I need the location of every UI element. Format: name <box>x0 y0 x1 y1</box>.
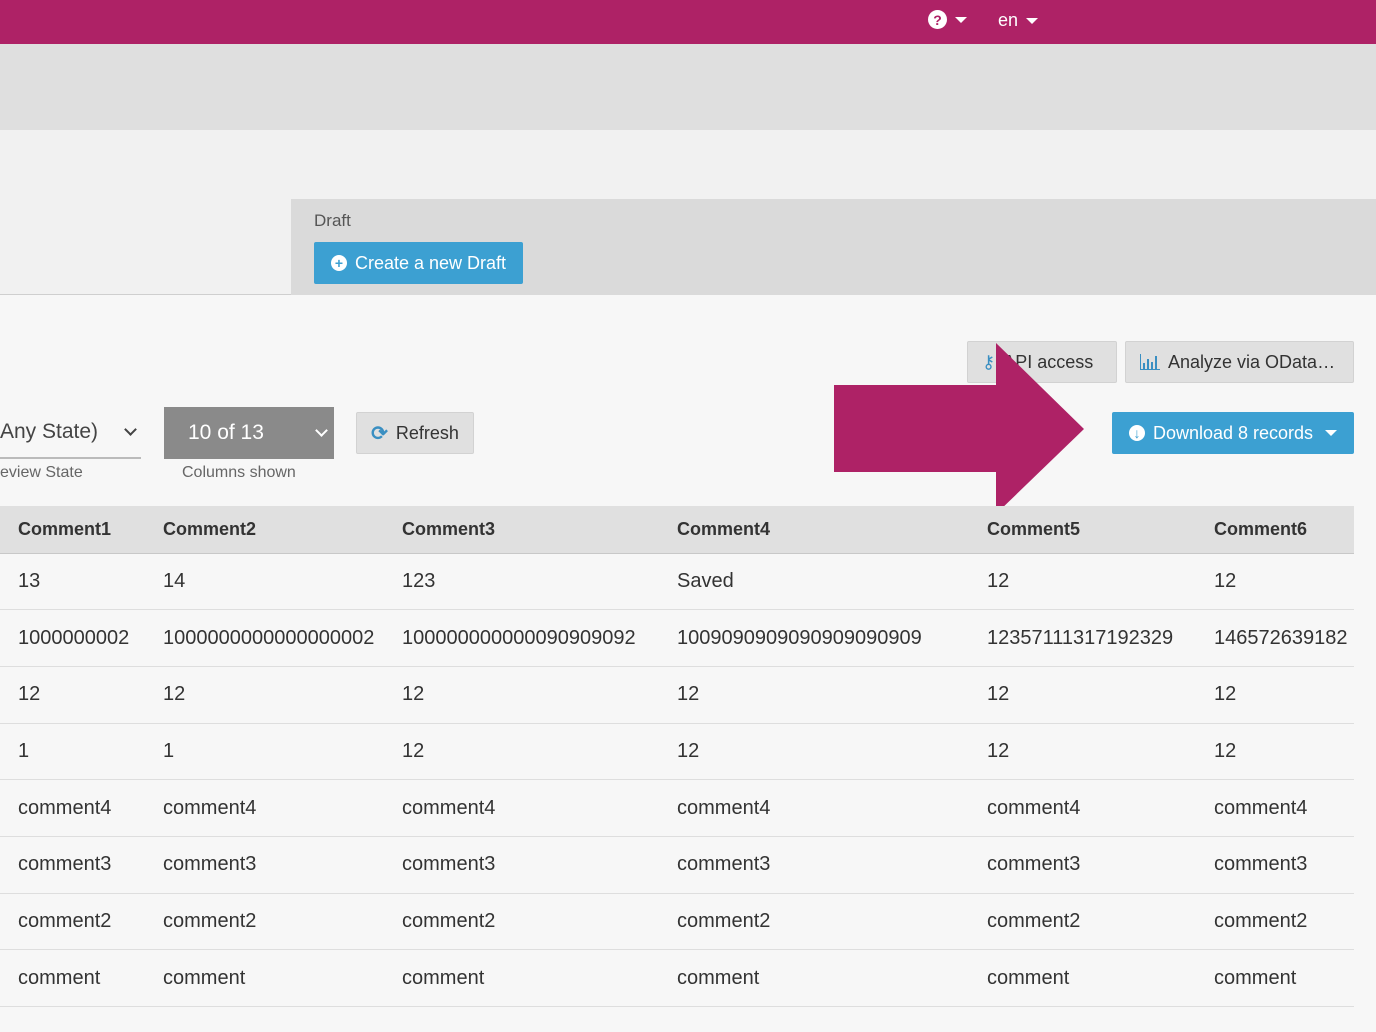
table-cell: comment2 <box>384 893 659 951</box>
table-cell: comment2 <box>145 893 384 951</box>
table-cell: comment3 <box>384 836 659 894</box>
table-cell: 12 <box>969 666 1196 724</box>
table-cell: 12 <box>384 666 659 724</box>
columns-shown-select[interactable]: 10 of 13 <box>164 407 334 459</box>
download-label: Download 8 records <box>1152 422 1314 443</box>
analyze-odata-label: Analyze via OData… <box>1168 351 1336 372</box>
table-cell: 12 <box>1196 723 1354 781</box>
column-header-3[interactable]: Comment3 <box>384 506 659 554</box>
table-row[interactable]: comment comment comment comment comment comme… <box>0 949 1354 1007</box>
review-state-value: Any State) <box>0 420 99 443</box>
table-row[interactable]: comment4 comment4 comment4 comment4 comment4… <box>0 779 1354 837</box>
refresh-icon: ⟳ <box>371 422 388 445</box>
plus-circle-icon: + <box>330 255 347 271</box>
table-row[interactable]: 1000000002 1000000000000000002 10000000000… <box>0 609 1354 667</box>
table-cell: Saved <box>659 553 969 611</box>
caret-down-icon <box>1026 17 1039 24</box>
table-cell: comment2 <box>0 893 145 951</box>
table-cell: comment2 <box>659 893 969 951</box>
table-cell: 146572639182 <box>1196 609 1354 667</box>
table-cell: 13 <box>0 553 145 611</box>
table-cell: comment4 <box>0 779 145 837</box>
table-cell: 1 <box>145 723 384 781</box>
chevron-down-icon <box>315 424 328 437</box>
table-cell: comment3 <box>969 836 1196 894</box>
create-draft-button[interactable]: + Create a new Draft <box>314 242 523 284</box>
refresh-label: Refresh <box>395 422 459 443</box>
table-cell: comment <box>145 949 384 1007</box>
download-circle-icon: ↓ <box>1128 425 1145 441</box>
table-cell: 12 <box>969 723 1196 781</box>
table-cell: 14 <box>145 553 384 611</box>
draft-label: Draft <box>314 211 351 230</box>
table-cell: 12 <box>969 553 1196 611</box>
review-state-hint: eview State <box>0 464 83 481</box>
table-cell: comment3 <box>0 836 145 894</box>
table-header-row: Comment1 Comment2 Comment3 Comment4 Comment5… <box>0 506 1354 554</box>
table-cell: comment3 <box>659 836 969 894</box>
language-menu[interactable]: en <box>998 10 1039 31</box>
table-cell: comment4 <box>659 779 969 837</box>
table-cell: comment4 <box>969 779 1196 837</box>
table-cell: 12 <box>145 666 384 724</box>
top-navbar: ? en <box>0 0 1376 44</box>
table-cell: comment4 <box>384 779 659 837</box>
analyze-odata-button[interactable]: Analyze via OData… <box>1125 341 1354 383</box>
table-cell: comment3 <box>145 836 384 894</box>
column-header-4[interactable]: Comment4 <box>659 506 969 554</box>
table-cell: 12 <box>659 723 969 781</box>
table-cell: 1000000002 <box>0 609 145 667</box>
column-header-2[interactable]: Comment2 <box>145 506 384 554</box>
table-cell: comment3 <box>1196 836 1354 894</box>
table-cell: comment2 <box>969 893 1196 951</box>
table-cell: comment <box>384 949 659 1007</box>
refresh-button[interactable]: ⟳ Refresh <box>356 412 474 454</box>
table-cell: 12 <box>0 666 145 724</box>
question-circle-icon: ? <box>928 10 947 29</box>
table-row[interactable]: 13 14 123 Saved 12 12 <box>0 553 1354 611</box>
draft-panel: Draft + Create a new Draft <box>291 199 1376 295</box>
table-cell: 1 <box>0 723 145 781</box>
caret-down-icon <box>1325 430 1338 436</box>
table-cell: comment <box>659 949 969 1007</box>
help-menu[interactable]: ? <box>928 10 967 29</box>
table-cell: 1009090909090909090909 <box>659 609 969 667</box>
table-row[interactable]: comment2 comment2 comment2 comment2 comment2… <box>0 893 1354 951</box>
callout-arrow-icon <box>834 343 1084 514</box>
columns-shown-hint: Columns shown <box>182 464 296 481</box>
table-cell: comment2 <box>1196 893 1354 951</box>
table-cell: 12357111317192329 <box>969 609 1196 667</box>
table-cell: comment4 <box>1196 779 1354 837</box>
table-cell: comment4 <box>145 779 384 837</box>
table-cell: 100000000000090909092 <box>384 609 659 667</box>
table-row[interactable]: 1 1 12 12 12 12 <box>0 723 1354 781</box>
table-cell: comment <box>1196 949 1354 1007</box>
table-cell: 123 <box>384 553 659 611</box>
download-records-button[interactable]: ↓ Download 8 records <box>1112 412 1354 454</box>
table-cell: 1000000000000000002 <box>145 609 384 667</box>
page-header-band <box>0 44 1376 130</box>
table-row[interactable]: 12 12 12 12 12 12 <box>0 666 1354 724</box>
chevron-down-icon <box>124 423 137 436</box>
create-draft-label: Create a new Draft <box>354 252 507 273</box>
submissions-table: Comment1 Comment2 Comment3 Comment4 Comment5… <box>0 506 1354 1007</box>
column-header-6[interactable]: Comment6 <box>1196 506 1354 554</box>
table-cell: 12 <box>1196 666 1354 724</box>
column-header-5[interactable]: Comment5 <box>969 506 1196 554</box>
column-header-1[interactable]: Comment1 <box>0 506 145 554</box>
caret-down-icon <box>955 16 967 23</box>
table-cell: 12 <box>1196 553 1354 611</box>
columns-shown-value: 10 of 13 <box>188 421 264 444</box>
table-cell: comment <box>0 949 145 1007</box>
table-cell: 12 <box>384 723 659 781</box>
bar-chart-icon <box>1140 354 1160 370</box>
table-cell: comment <box>969 949 1196 1007</box>
review-state-select[interactable]: Any State) <box>0 407 141 459</box>
table-cell: 12 <box>659 666 969 724</box>
language-label: en <box>998 10 1019 30</box>
table-row[interactable]: comment3 comment3 comment3 comment3 comment3… <box>0 836 1354 894</box>
